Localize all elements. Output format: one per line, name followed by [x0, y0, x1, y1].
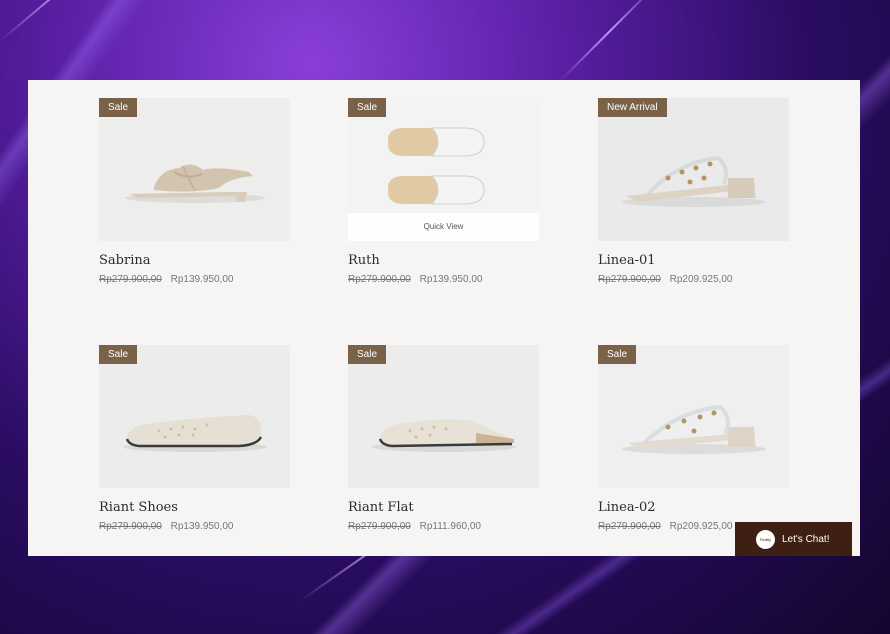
original-price: Rp279.900,00: [99, 274, 162, 285]
product-image[interactable]: Sale: [99, 345, 290, 488]
product-image[interactable]: Sale Quick View: [348, 98, 539, 241]
product-card-riant-shoes[interactable]: Sale Riant Shoes Rp279.900,00 Rp139.950,…: [99, 345, 290, 532]
product-name[interactable]: Linea-01: [598, 253, 789, 268]
product-prices: Rp279.900,00 Rp111.960,00: [348, 521, 539, 532]
quick-view-button[interactable]: Quick View: [348, 213, 539, 241]
product-card-riant-flat[interactable]: Sale Riant Flat Rp279.900,00 Rp111.960,0…: [348, 345, 539, 532]
product-card-sabrina[interactable]: Sale Sabrina Rp279.900,00 Rp139.950,00: [99, 98, 290, 285]
product-card-ruth[interactable]: Sale Quick View Ruth Rp279.900,00 Rp139.…: [348, 98, 539, 285]
chat-avatar-logo: Rzafly: [756, 529, 775, 549]
sale-price: Rp209.925,00: [669, 521, 733, 532]
product-name[interactable]: Sabrina: [99, 253, 290, 268]
product-name[interactable]: Linea-02: [598, 500, 789, 515]
studded-heel-icon: [598, 98, 789, 241]
badge: New Arrival: [598, 98, 667, 117]
sale-price: Rp209.925,00: [669, 274, 733, 285]
mule-flat-icon: [348, 345, 539, 488]
product-card-linea-01[interactable]: New Arrival Linea-01 Rp279.900,00 Rp209.…: [598, 98, 789, 285]
product-prices: Rp279.900,00 Rp209.925,00: [598, 274, 789, 285]
knotted-mule-icon: [99, 98, 290, 241]
original-price: Rp279.900,00: [348, 521, 411, 532]
product-image[interactable]: Sale: [348, 345, 539, 488]
sale-price: Rp139.950,00: [419, 274, 483, 285]
badge: Sale: [598, 345, 637, 364]
sale-price: Rp139.950,00: [170, 274, 234, 285]
product-card-linea-02[interactable]: Sale Linea-02 Rp279.900,00 Rp209.925,00: [598, 345, 789, 532]
chat-button[interactable]: Rzafly Let's Chat!: [735, 522, 852, 556]
chat-label: Let's Chat!: [782, 533, 830, 545]
original-price: Rp279.900,00: [598, 274, 661, 285]
badge: Sale: [348, 98, 387, 117]
sale-price: Rp111.960,00: [419, 521, 481, 532]
badge: Sale: [99, 98, 138, 117]
product-prices: Rp279.900,00 Rp139.950,00: [99, 274, 290, 285]
product-grid: Sale Sabrina Rp279.900,00 Rp139.950,00 S…: [28, 80, 860, 556]
original-price: Rp279.900,00: [99, 521, 162, 532]
product-image[interactable]: Sale: [99, 98, 290, 241]
original-price: Rp279.900,00: [348, 274, 411, 285]
clear-heel-icon: [598, 345, 789, 488]
sale-price: Rp139.950,00: [170, 521, 234, 532]
product-image[interactable]: Sale: [598, 345, 789, 488]
product-prices: Rp279.900,00 Rp139.950,00: [348, 274, 539, 285]
badge: Sale: [99, 345, 138, 364]
product-name[interactable]: Ruth: [348, 253, 539, 268]
original-price: Rp279.900,00: [598, 521, 661, 532]
product-name[interactable]: Riant Flat: [348, 500, 539, 515]
ballet-flat-icon: [99, 345, 290, 488]
product-name[interactable]: Riant Shoes: [99, 500, 290, 515]
product-prices: Rp279.900,00 Rp139.950,00: [99, 521, 290, 532]
badge: Sale: [348, 345, 387, 364]
product-image[interactable]: New Arrival: [598, 98, 789, 241]
